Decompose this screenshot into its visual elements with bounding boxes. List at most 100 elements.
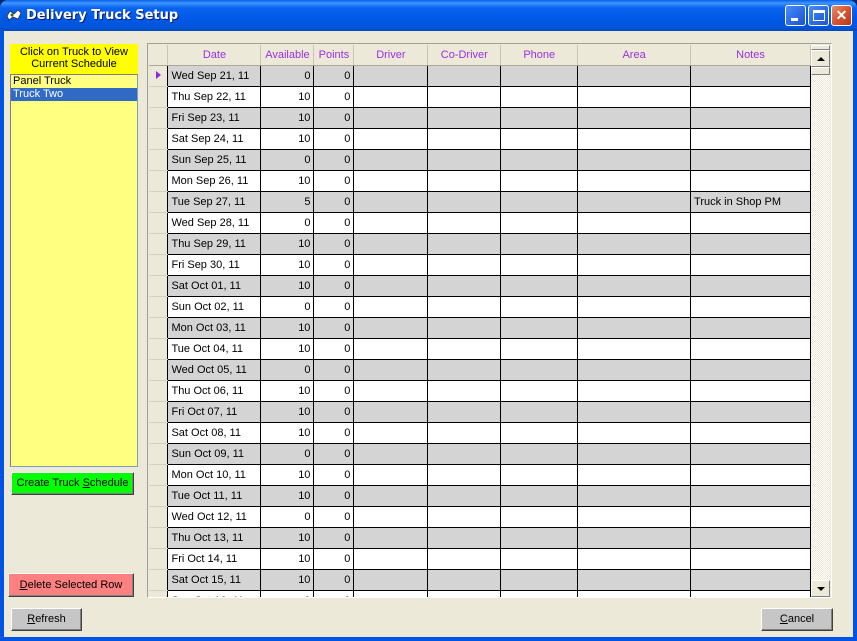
- table-row[interactable]: Sun Oct 16, 1100: [149, 589, 811, 597]
- area-cell[interactable]: [577, 85, 692, 108]
- date-cell[interactable]: Wed Sep 21, 11: [167, 64, 262, 87]
- driver-cell[interactable]: [353, 148, 429, 171]
- co-driver-cell[interactable]: [427, 274, 502, 297]
- phone-cell[interactable]: [500, 232, 579, 255]
- phone-cell[interactable]: [500, 400, 579, 423]
- row-selector[interactable]: [149, 464, 169, 486]
- date-cell[interactable]: Mon Oct 03, 11: [167, 316, 262, 339]
- close-button[interactable]: ✕: [831, 5, 852, 26]
- row-selector[interactable]: [149, 359, 169, 381]
- row-selector[interactable]: [149, 380, 169, 402]
- notes-cell[interactable]: [690, 85, 811, 108]
- notes-cell[interactable]: [690, 358, 811, 381]
- date-cell[interactable]: Sun Oct 09, 11: [167, 442, 262, 465]
- phone-cell[interactable]: [500, 253, 579, 276]
- area-cell[interactable]: [577, 547, 692, 570]
- date-cell[interactable]: Thu Sep 22, 11: [167, 85, 262, 108]
- available-cell[interactable]: 10: [260, 379, 315, 402]
- table-row[interactable]: Sat Oct 15, 11 10 0: [149, 568, 811, 591]
- phone-cell[interactable]: [500, 190, 579, 213]
- notes-cell[interactable]: Truck in Shop PM: [690, 190, 811, 213]
- points-cell[interactable]: 0: [313, 568, 355, 591]
- notes-cell[interactable]: [690, 295, 811, 318]
- row-selector[interactable]: [149, 569, 169, 591]
- table-row[interactable]: Sat Sep 24, 11 10 0: [149, 127, 811, 150]
- row-selector[interactable]: [149, 317, 169, 339]
- driver-cell[interactable]: [353, 127, 429, 150]
- phone-cell[interactable]: [500, 316, 579, 339]
- notes-cell[interactable]: [690, 526, 811, 549]
- co-driver-cell[interactable]: [427, 568, 502, 591]
- driver-cell[interactable]: [353, 232, 429, 255]
- area-cell[interactable]: [577, 253, 692, 276]
- co-driver-cell[interactable]: [427, 337, 502, 360]
- points-cell[interactable]: 0: [313, 421, 355, 444]
- notes-cell[interactable]: [690, 274, 811, 297]
- points-cell[interactable]: 0: [313, 148, 355, 171]
- co-driver-cell[interactable]: [427, 64, 502, 87]
- date-cell[interactable]: Mon Oct 10, 11: [167, 463, 262, 486]
- co-driver-cell[interactable]: [427, 505, 502, 528]
- co-driver-cell[interactable]: [427, 421, 502, 444]
- points-cell[interactable]: 0: [313, 547, 355, 570]
- available-cell[interactable]: 10: [260, 85, 315, 108]
- driver-cell[interactable]: [353, 211, 429, 234]
- title-bar[interactable]: Delivery Truck Setup ✕: [0, 0, 857, 31]
- points-cell[interactable]: 0: [313, 190, 355, 213]
- phone-cell[interactable]: [500, 295, 579, 318]
- area-cell[interactable]: [577, 526, 692, 549]
- scroll-up-button[interactable]: [811, 50, 830, 67]
- area-cell[interactable]: [577, 106, 692, 129]
- points-cell[interactable]: 0: [313, 526, 355, 549]
- phone-cell[interactable]: [500, 589, 579, 597]
- driver-cell[interactable]: [353, 106, 429, 129]
- date-cell[interactable]: Wed Sep 28, 11: [167, 211, 262, 234]
- column-header-area[interactable]: Area: [577, 45, 692, 66]
- driver-cell[interactable]: [353, 274, 429, 297]
- table-row[interactable]: Fri Oct 07, 11 10 0: [149, 400, 811, 423]
- table-row[interactable]: Thu Oct 13, 11 10 0: [149, 526, 811, 549]
- co-driver-cell[interactable]: [427, 127, 502, 150]
- area-cell[interactable]: [577, 568, 692, 591]
- row-selector[interactable]: [149, 149, 169, 171]
- table-row[interactable]: Sun Oct 09, 11 0 0: [149, 442, 811, 465]
- area-cell[interactable]: [577, 127, 692, 150]
- available-cell[interactable]: 0: [260, 442, 315, 465]
- driver-cell[interactable]: [353, 505, 429, 528]
- area-cell[interactable]: [577, 463, 692, 486]
- column-header-date[interactable]: Date: [167, 45, 262, 66]
- row-selector[interactable]: [149, 590, 169, 597]
- points-cell[interactable]: 0: [313, 85, 355, 108]
- date-cell[interactable]: Fri Oct 07, 11: [167, 400, 262, 423]
- available-cell[interactable]: 10: [260, 547, 315, 570]
- row-selector[interactable]: [149, 212, 169, 234]
- co-driver-cell[interactable]: [427, 316, 502, 339]
- notes-cell[interactable]: [690, 568, 811, 591]
- column-header-notes[interactable]: Notes: [690, 45, 811, 66]
- area-cell[interactable]: [577, 148, 692, 171]
- points-cell[interactable]: 0: [313, 169, 355, 192]
- row-selector[interactable]: [149, 527, 169, 549]
- area-cell[interactable]: [577, 505, 692, 528]
- column-header-co-driver[interactable]: Co-Driver: [427, 45, 502, 66]
- row-selector[interactable]: [149, 296, 169, 318]
- table-row[interactable]: Mon Oct 03, 11 10 0: [149, 316, 811, 339]
- table-row[interactable]: Sat Oct 08, 11 10 0: [149, 421, 811, 444]
- notes-cell[interactable]: [690, 316, 811, 339]
- scroll-down-button[interactable]: [811, 580, 830, 597]
- co-driver-cell[interactable]: [427, 85, 502, 108]
- date-cell[interactable]: Fri Sep 30, 11: [167, 253, 262, 276]
- row-selector[interactable]: [149, 485, 169, 507]
- driver-cell[interactable]: [353, 169, 429, 192]
- driver-cell[interactable]: [353, 463, 429, 486]
- driver-cell[interactable]: [353, 421, 429, 444]
- table-row[interactable]: Fri Sep 23, 11 10 0: [149, 106, 811, 129]
- available-cell[interactable]: 10: [260, 169, 315, 192]
- points-cell[interactable]: 0: [313, 400, 355, 423]
- truck-list-item[interactable]: Panel Truck: [11, 75, 137, 88]
- table-row[interactable]: Thu Oct 06, 11 10 0: [149, 379, 811, 402]
- available-cell[interactable]: 0: [260, 148, 315, 171]
- points-cell[interactable]: 0: [313, 127, 355, 150]
- delete-selected-row-button[interactable]: Delete Selected Row: [8, 573, 134, 597]
- phone-cell[interactable]: [500, 106, 579, 129]
